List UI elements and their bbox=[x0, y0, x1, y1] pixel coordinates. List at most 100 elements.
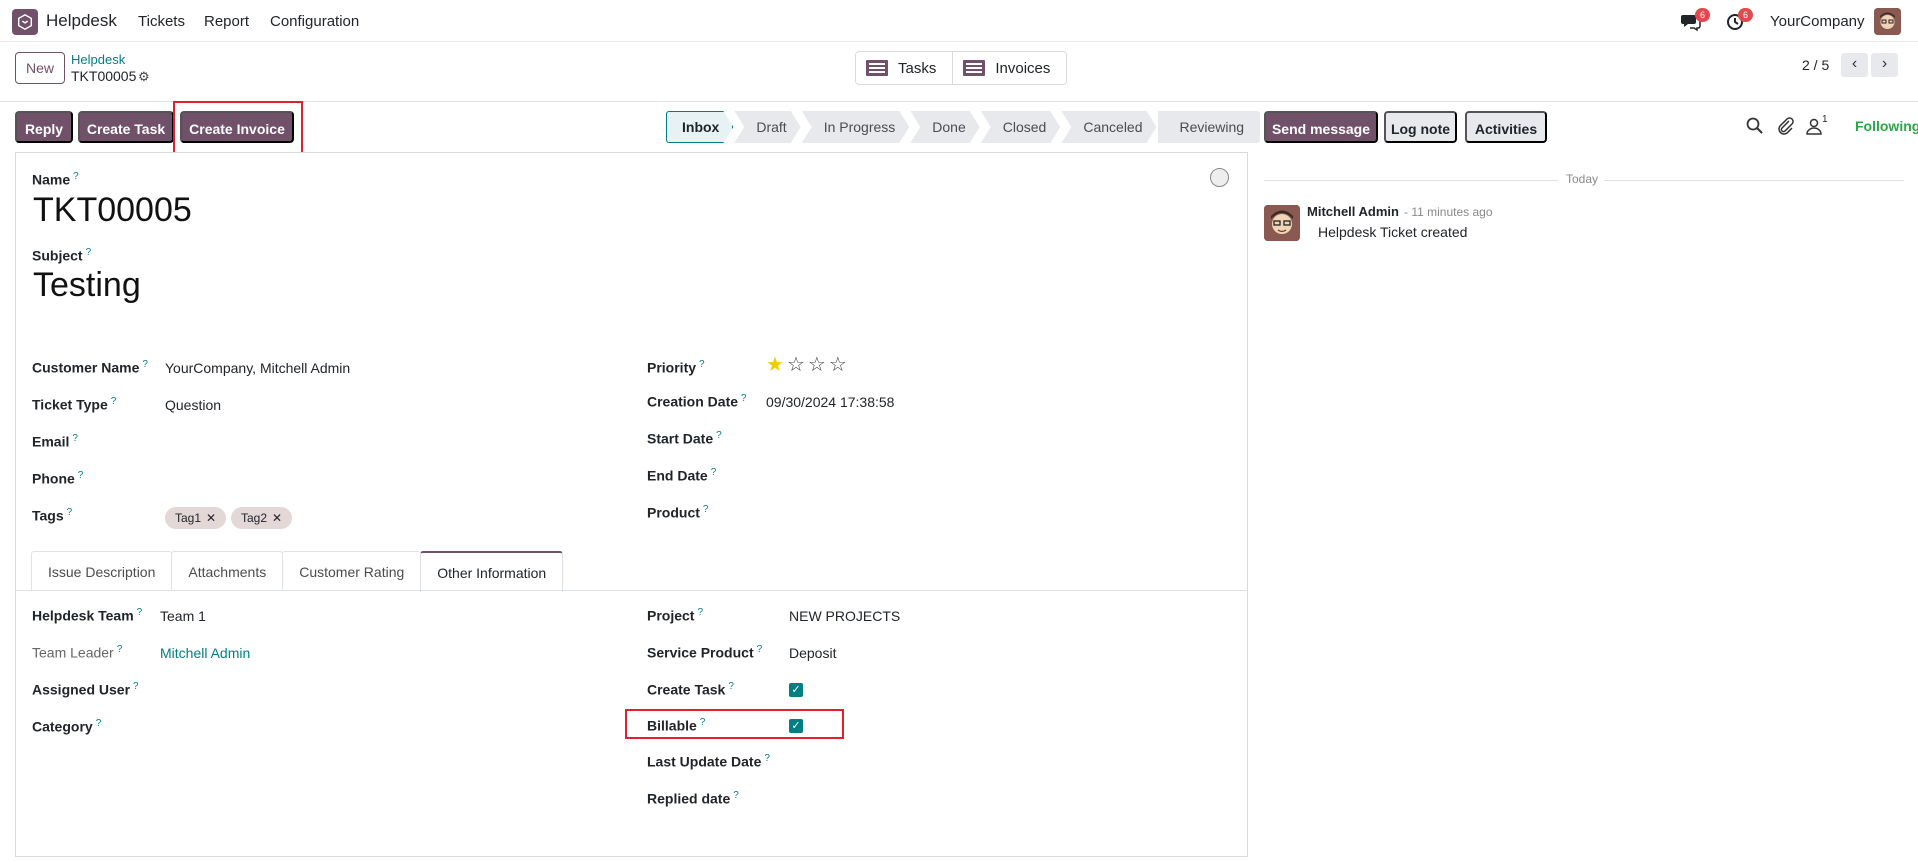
priority-stars[interactable]: ★ ☆ ☆ ☆ bbox=[766, 355, 847, 375]
tab-divider bbox=[16, 590, 1247, 591]
following-button[interactable]: Following bbox=[1855, 118, 1918, 134]
new-button[interactable]: New bbox=[15, 52, 65, 84]
project-field[interactable]: NEW PROJECTS bbox=[789, 608, 900, 624]
priority-label: Priority? bbox=[647, 359, 705, 376]
stage-closed[interactable]: Closed bbox=[981, 111, 1061, 143]
log-note-button[interactable]: Log note bbox=[1384, 111, 1457, 143]
date-separator-line bbox=[1264, 180, 1558, 181]
invoices-label: Invoices bbox=[995, 59, 1051, 77]
company-switcher[interactable]: YourCompany bbox=[1770, 13, 1865, 30]
pager-value[interactable]: 2 / 5 bbox=[1802, 57, 1829, 73]
service-product-field[interactable]: Deposit bbox=[789, 645, 836, 661]
invoices-smart-button[interactable]: Invoices bbox=[952, 52, 1066, 84]
last-update-date-label: Last Update Date? bbox=[647, 753, 770, 770]
priority-star-icon[interactable]: ☆ bbox=[829, 355, 847, 375]
app-name[interactable]: Helpdesk bbox=[46, 11, 117, 31]
followers-count: 1 bbox=[1822, 114, 1828, 125]
helpdesk-team-label: Helpdesk Team? bbox=[32, 607, 143, 624]
user-avatar[interactable] bbox=[1874, 8, 1901, 35]
tasks-icon bbox=[866, 60, 888, 76]
form-sheet: Name? TKT00005 Subject? Testing Customer… bbox=[15, 152, 1248, 857]
start-date-label: Start Date? bbox=[647, 430, 722, 447]
customer-name-field[interactable]: YourCompany, Mitchell Admin bbox=[165, 360, 350, 376]
top-navbar: Helpdesk Tickets Report Configuration 6 … bbox=[0, 0, 1918, 42]
priority-star-icon[interactable]: ☆ bbox=[808, 355, 826, 375]
message-time: - 11 minutes ago bbox=[1404, 205, 1493, 219]
tab-other-information[interactable]: Other Information bbox=[420, 551, 564, 592]
tags-label: Tags? bbox=[32, 507, 73, 524]
stage-in-progress[interactable]: In Progress bbox=[802, 111, 910, 143]
subject-field[interactable]: Testing bbox=[33, 266, 141, 305]
stage-inbox[interactable]: Inbox bbox=[666, 111, 733, 143]
reply-button[interactable]: Reply bbox=[15, 111, 73, 143]
create-task-label: Create Task? bbox=[647, 681, 734, 698]
service-product-label: Service Product? bbox=[647, 644, 763, 661]
helpdesk-team-field[interactable]: Team 1 bbox=[160, 608, 206, 624]
email-field[interactable] bbox=[165, 434, 615, 452]
priority-star-icon[interactable]: ☆ bbox=[787, 355, 805, 375]
search-icon[interactable] bbox=[1745, 116, 1765, 136]
tag-chip: Tag1 ✕ bbox=[165, 507, 227, 529]
breadcrumb-parent[interactable]: Helpdesk bbox=[71, 52, 125, 67]
menu-configuration[interactable]: Configuration bbox=[270, 13, 359, 30]
tab-attachments[interactable]: Attachments bbox=[171, 551, 284, 591]
message-body: Helpdesk Ticket created bbox=[1318, 224, 1468, 240]
ticket-type-field[interactable]: Question bbox=[165, 397, 221, 413]
ticket-type-label: Ticket Type? bbox=[32, 396, 117, 413]
stage-done[interactable]: Done bbox=[910, 111, 979, 143]
send-message-button[interactable]: Send message bbox=[1264, 111, 1378, 143]
create-task-checkbox[interactable]: ✓ bbox=[789, 683, 803, 697]
menu-tickets[interactable]: Tickets bbox=[138, 13, 185, 30]
assigned-user-label: Assigned User? bbox=[32, 681, 139, 698]
product-label: Product? bbox=[647, 504, 709, 521]
create-task-button[interactable]: Create Task bbox=[78, 111, 174, 143]
phone-label: Phone? bbox=[32, 470, 84, 487]
messages-badge: 6 bbox=[1695, 8, 1710, 22]
tag-remove-icon[interactable]: ✕ bbox=[272, 511, 282, 525]
gear-icon[interactable]: ⚙ bbox=[138, 69, 150, 85]
billable-highlight bbox=[625, 709, 844, 739]
followers-icon[interactable] bbox=[1804, 116, 1824, 136]
team-leader-field[interactable]: Mitchell Admin bbox=[160, 645, 250, 661]
date-separator-line bbox=[1604, 180, 1904, 181]
breadcrumb-current: TKT00005 bbox=[71, 68, 137, 84]
pager-previous-button[interactable]: ‹ bbox=[1841, 53, 1868, 77]
subject-label: Subject? bbox=[32, 247, 92, 264]
tag-chip: Tag2 ✕ bbox=[231, 507, 293, 529]
date-separator: Today bbox=[1566, 172, 1599, 186]
control-panel: New Helpdesk TKT00005 ⚙ Tasks Invoices 2… bbox=[0, 42, 1918, 102]
stage-canceled[interactable]: Canceled bbox=[1061, 111, 1156, 143]
ticket-name-field[interactable]: TKT00005 bbox=[33, 191, 192, 230]
helpdesk-app-icon[interactable] bbox=[12, 9, 38, 35]
menu-report[interactable]: Report bbox=[204, 13, 249, 30]
pager-next-button[interactable]: › bbox=[1871, 53, 1898, 77]
customer-name-label: Customer Name? bbox=[32, 359, 148, 376]
tasks-label: Tasks bbox=[898, 59, 937, 77]
category-label: Category? bbox=[32, 718, 102, 735]
activities-button[interactable]: Activities bbox=[1465, 111, 1547, 143]
paperclip-icon[interactable] bbox=[1776, 116, 1796, 136]
smart-buttons: Tasks Invoices bbox=[855, 51, 1068, 85]
replied-date-label: Replied date? bbox=[647, 790, 739, 807]
email-label: Email? bbox=[32, 433, 78, 450]
stage-reviewing[interactable]: Reviewing bbox=[1157, 111, 1261, 143]
tab-issue-description[interactable]: Issue Description bbox=[31, 551, 173, 591]
tab-customer-rating[interactable]: Customer Rating bbox=[282, 551, 422, 591]
message-author[interactable]: Mitchell Admin bbox=[1307, 204, 1399, 219]
invoices-icon bbox=[963, 60, 986, 76]
stage-draft[interactable]: Draft bbox=[734, 111, 800, 143]
end-date-label: End Date? bbox=[647, 467, 717, 484]
phone-field[interactable] bbox=[165, 471, 615, 489]
team-leader-label: Team Leader? bbox=[32, 644, 123, 661]
creation-date-field: 09/30/2024 17:38:58 bbox=[766, 394, 895, 410]
kanban-state-icon[interactable] bbox=[1210, 168, 1229, 187]
message-author-avatar[interactable] bbox=[1264, 205, 1300, 241]
create-invoice-highlight bbox=[173, 101, 303, 155]
activities-badge: 6 bbox=[1738, 8, 1753, 22]
tag-remove-icon[interactable]: ✕ bbox=[206, 511, 216, 525]
stage-statusbar: Inbox Draft In Progress Done Closed Canc… bbox=[666, 111, 1261, 143]
tasks-smart-button[interactable]: Tasks bbox=[856, 52, 952, 84]
notebook-tabs: Issue Description Attachments Customer R… bbox=[31, 551, 564, 592]
priority-star-icon[interactable]: ★ bbox=[766, 355, 784, 375]
project-label: Project? bbox=[647, 607, 704, 624]
